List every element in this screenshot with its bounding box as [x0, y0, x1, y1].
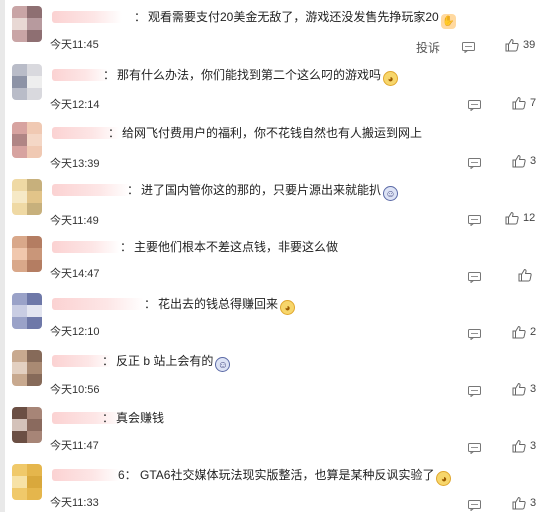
comment-time: 今天11:49 [50, 215, 99, 227]
comment-time: 今天12:14 [50, 99, 100, 111]
thumbs-up-icon[interactable] [512, 382, 526, 396]
comment-icon[interactable] [468, 384, 481, 398]
username-blurred[interactable] [52, 69, 108, 81]
comment-text-wrap: 花出去的钱总得赚回来 ◕ [158, 295, 296, 315]
comment-icon[interactable] [468, 156, 481, 170]
comment-time: 今天11:47 [50, 440, 99, 452]
comment-row: ：真会赚钱今天11:47 3 [0, 407, 550, 465]
comment-row: ：那有什么办法，你们能找到第二个这么叼的游戏吗 ◕ 今天12:14 7 [0, 64, 550, 122]
thumbs-up-icon[interactable] [512, 96, 526, 110]
comment-icon[interactable] [468, 498, 481, 512]
username-blurred[interactable] [52, 184, 130, 196]
like-count: 12 [523, 212, 536, 224]
avatar[interactable] [12, 64, 42, 100]
comment-text: 给网飞付费用户的福利，你不花钱自然也有人搬运到网上 [122, 126, 423, 140]
username-suffix: 6： [118, 468, 137, 482]
username-suffix: ： [134, 10, 147, 24]
avatar[interactable] [12, 293, 42, 329]
comment-time: 今天14:47 [50, 268, 100, 280]
like-count: 3 [530, 383, 537, 395]
thumbs-up-icon[interactable] [512, 154, 526, 168]
username-suffix: ： [120, 240, 133, 254]
comment-row: ：观看需要支付20美金无敌了，游戏还没发售先挣玩家20 ✋ 今天11:45 投诉 39 [0, 6, 550, 64]
comment-text-wrap: 观看需要支付20美金无敌了，游戏还没发售先挣玩家20 ✋ [148, 8, 456, 29]
avatar[interactable] [12, 236, 42, 272]
comment-text: 进了国内管你这的那的，只要片源出来就能扒 [141, 183, 382, 197]
username-suffix: ： [108, 126, 121, 140]
report-link[interactable]: 投诉 [416, 39, 440, 56]
comment-time: 今天13:39 [50, 158, 100, 170]
comment-time: 今天12:10 [50, 326, 100, 338]
thumbs-up-icon[interactable] [512, 439, 526, 453]
thumbs-up-icon[interactable] [512, 325, 526, 339]
comment-icon[interactable] [468, 98, 481, 112]
username-suffix: ： [103, 68, 116, 82]
avatar[interactable] [12, 179, 42, 215]
comment-text: 主要他们根本不差这点钱，非要这么做 [134, 240, 339, 254]
username-suffix: ： [127, 183, 140, 197]
comment-row: ：反正 b 站上会有的 ☺ 今天10:56 3 [0, 350, 550, 408]
cat-emoji-icon: ◕ [436, 471, 452, 486]
comment-text-wrap: 那有什么办法，你们能找到第二个这么叼的游戏吗 ◕ [117, 66, 399, 86]
avatar[interactable] [12, 350, 42, 386]
cat-emoji-icon: ◕ [280, 300, 296, 315]
like-count: 3 [530, 440, 537, 452]
comment-row: ：进了国内管你这的那的，只要片源出来就能扒 ☺ 今天11:49 12 [0, 179, 550, 237]
avatar[interactable] [12, 464, 42, 500]
thumb-emoji-icon: ✋ [440, 14, 456, 29]
comment-icon[interactable] [468, 270, 481, 284]
like-count: 3 [530, 155, 537, 167]
avatar[interactable] [12, 6, 42, 42]
thumbs-up-icon[interactable] [505, 211, 519, 225]
blue-face-emoji-icon: ☺ [383, 186, 399, 201]
avatar[interactable] [12, 407, 42, 443]
username-suffix: ： [102, 354, 115, 368]
username-suffix: ： [102, 411, 115, 425]
comment-text: 反正 b 站上会有的 [116, 354, 214, 368]
username-blurred[interactable] [52, 11, 122, 23]
comment-text: 那有什么办法，你们能找到第二个这么叼的游戏吗 [117, 68, 382, 82]
comment-time: 今天11:33 [50, 497, 99, 509]
username-blurred[interactable] [52, 241, 120, 253]
like-count: 39 [523, 39, 536, 51]
like-count: 2 [530, 326, 537, 338]
comment-text-wrap: 反正 b 站上会有的 ☺ [116, 352, 231, 372]
comment-text: GTA6社交媒体玩法现实版整活，也算是某种反讽实验了 [140, 468, 435, 482]
comment-icon[interactable] [462, 40, 475, 54]
comment-text-wrap: 给网飞付费用户的福利，你不花钱自然也有人搬运到网上 [122, 124, 422, 141]
comment-icon[interactable] [468, 327, 481, 341]
comment-row: ：花出去的钱总得赚回来 ◕ 今天12:10 2 [0, 293, 550, 351]
comment-text-wrap: 真会赚钱 [116, 409, 164, 426]
comment-time: 今天11:45 [50, 39, 99, 51]
comment-row: 6： GTA6社交媒体玩法现实版整活，也算是某种反讽实验了 ◕ 今天11:33 3 [0, 464, 550, 522]
comment-icon[interactable] [468, 213, 481, 227]
thumbs-up-icon[interactable] [518, 268, 532, 282]
thumbs-up-icon[interactable] [505, 38, 519, 52]
comment-text: 花出去的钱总得赚回来 [158, 297, 279, 311]
like-count: 7 [530, 97, 537, 109]
comment-text-wrap: 主要他们根本不差这点钱，非要这么做 [134, 238, 338, 255]
comment-text-wrap: 进了国内管你这的那的，只要片源出来就能扒 ☺ [141, 181, 399, 201]
thumbs-up-icon[interactable] [512, 496, 526, 510]
username-blurred[interactable] [52, 298, 144, 310]
comment-row: ：给网飞付费用户的福利，你不花钱自然也有人搬运到网上今天13:39 3 [0, 122, 550, 180]
username-suffix: ： [144, 297, 157, 311]
like-count: 3 [530, 497, 537, 509]
username-blurred[interactable] [52, 469, 120, 481]
comment-row: ：主要他们根本不差这点钱，非要这么做今天14:47 [0, 236, 550, 294]
comment-text: 观看需要支付20美金无敌了，游戏还没发售先挣玩家20 [148, 10, 439, 24]
comment-icon[interactable] [468, 441, 481, 455]
cat-emoji-icon: ◕ [383, 71, 399, 86]
comment-text-wrap: GTA6社交媒体玩法现实版整活，也算是某种反讽实验了 ◕ [140, 466, 452, 486]
blue-face-emoji-icon: ☺ [215, 357, 231, 372]
comment-time: 今天10:56 [50, 384, 100, 396]
comment-text: 真会赚钱 [116, 411, 165, 425]
avatar[interactable] [12, 122, 42, 158]
